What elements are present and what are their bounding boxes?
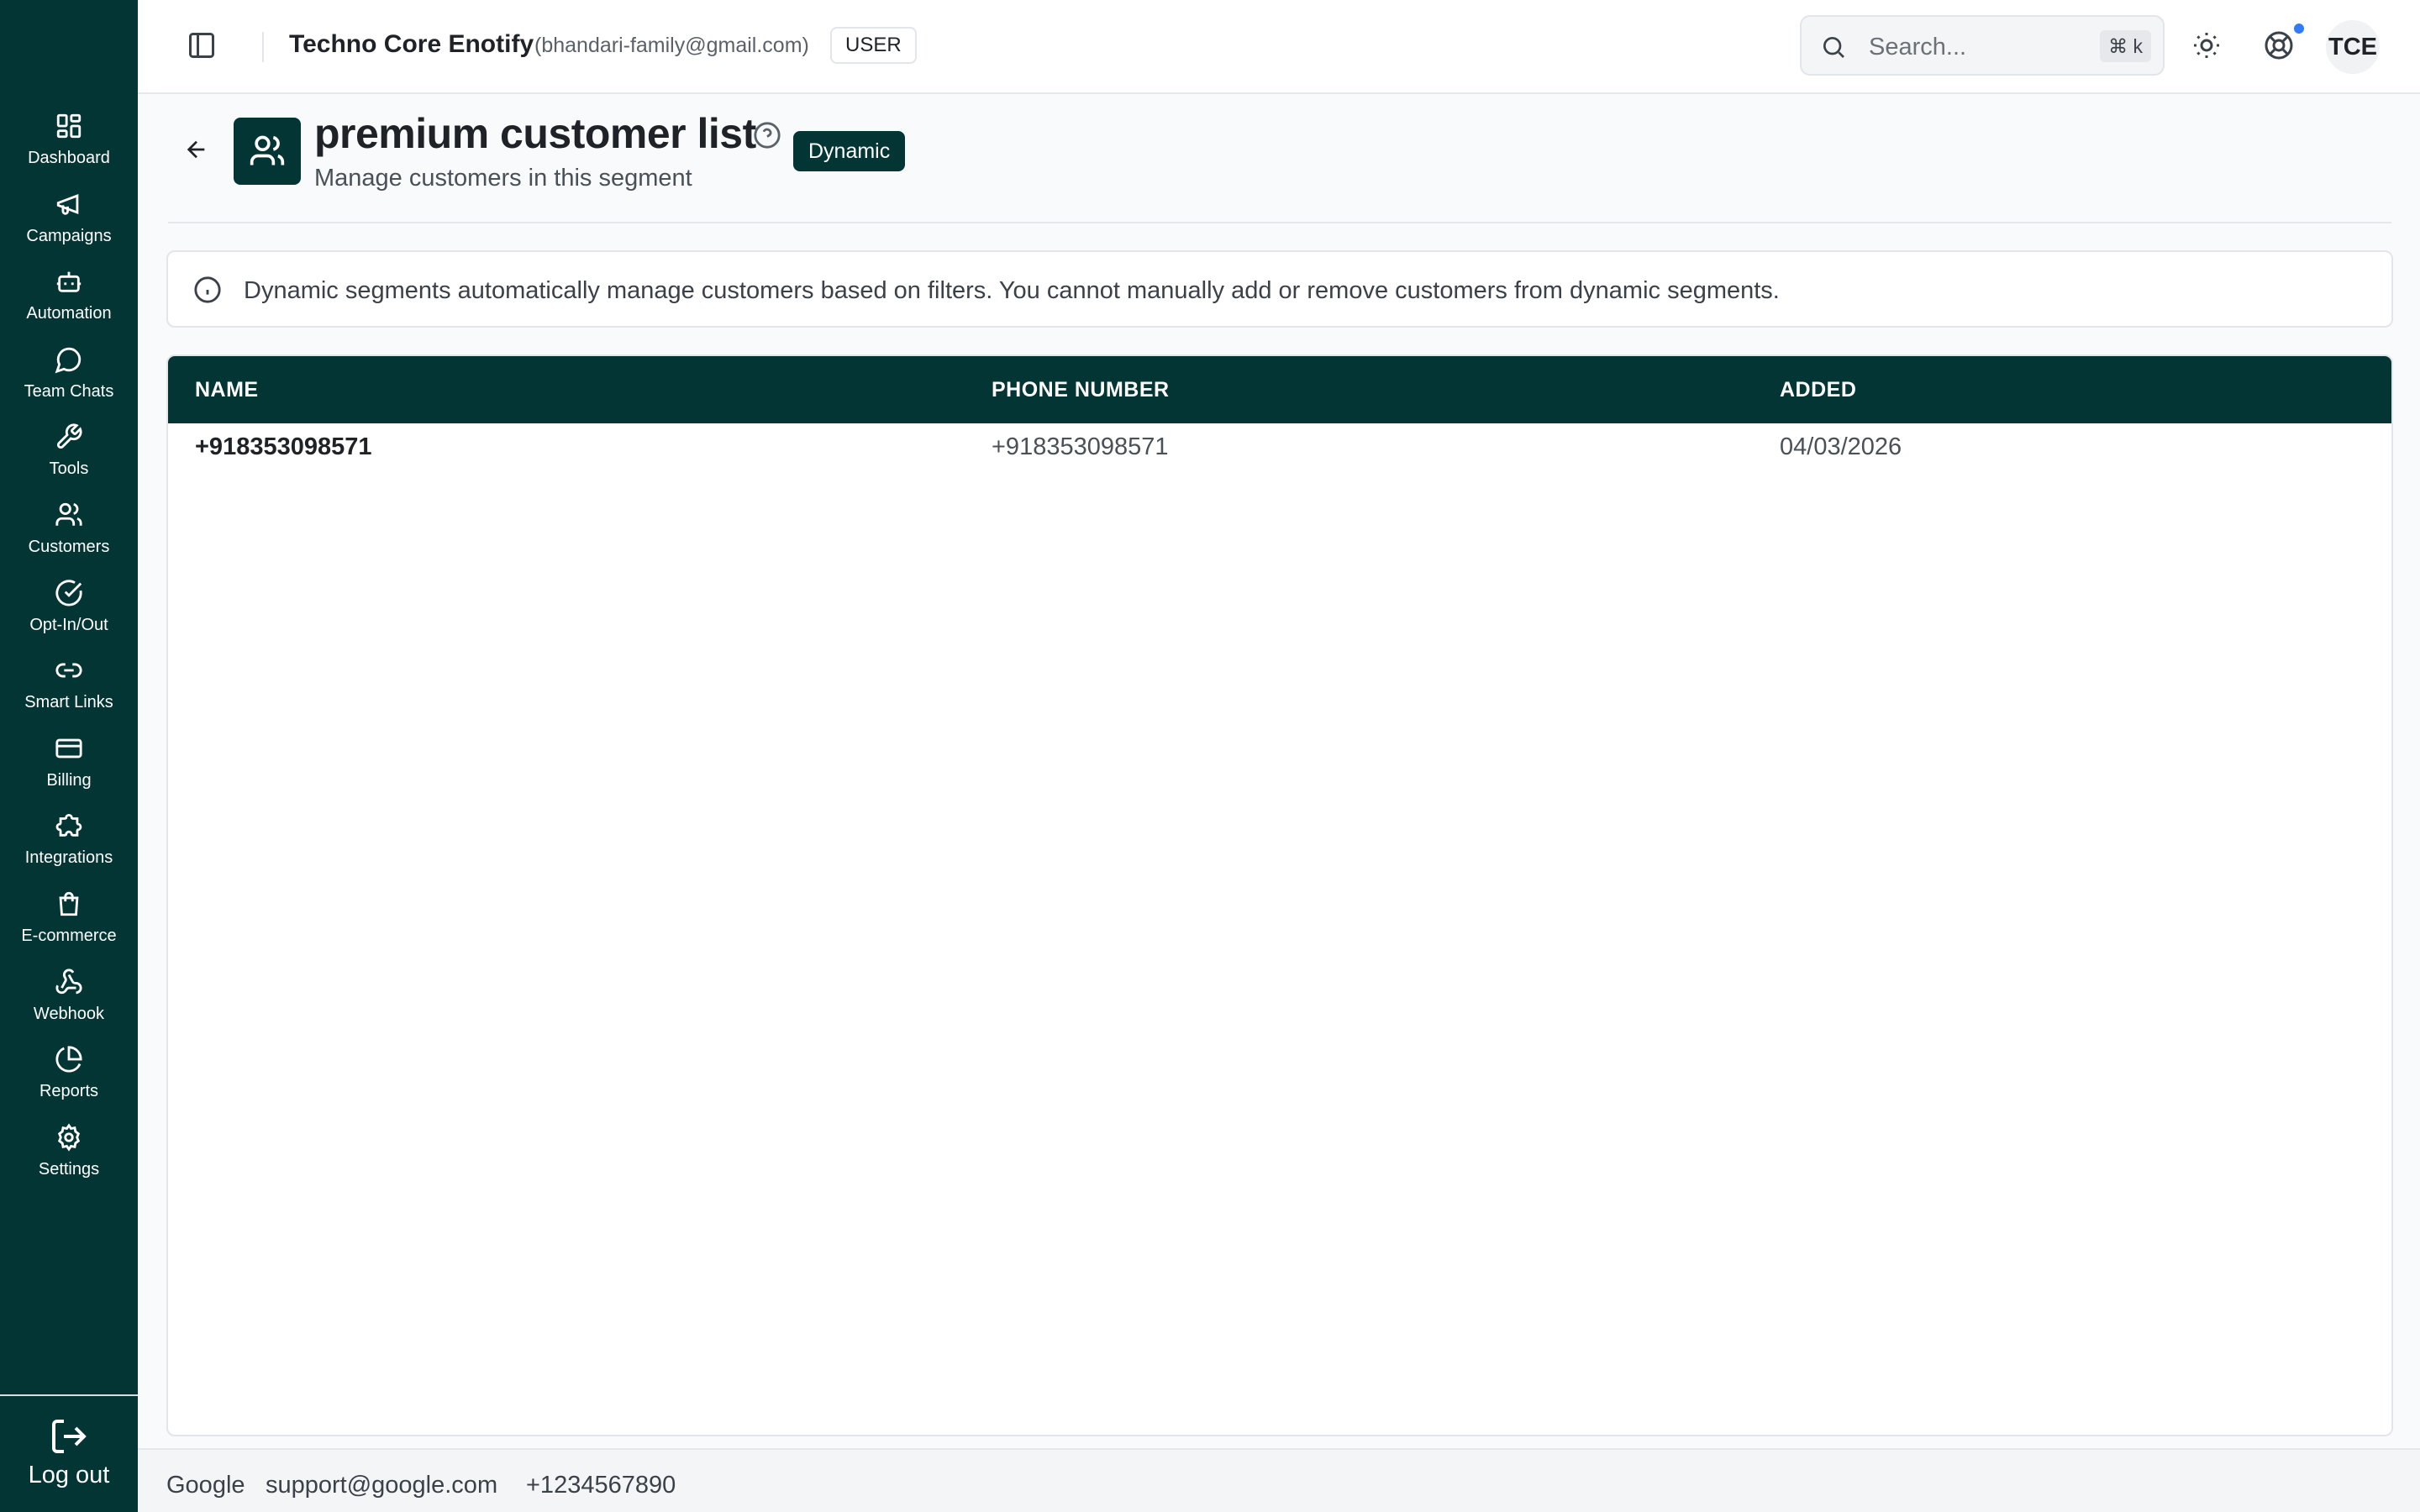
info-text: Dynamic segments automatically manage cu… — [244, 277, 1780, 304]
top-header: Techno Core Enotify (bhandari-family@gma… — [138, 0, 2420, 94]
sidebar-item-settings[interactable]: Settings — [0, 1113, 138, 1191]
info-banner: Dynamic segments automatically manage cu… — [166, 250, 2393, 328]
sidebar-toggle-icon[interactable] — [187, 30, 217, 60]
footer-company: Google — [166, 1472, 245, 1499]
wrench-icon — [56, 423, 82, 449]
chat-bubble-icon — [55, 347, 82, 374]
column-header-phone[interactable]: PHONE NUMBER — [992, 378, 1170, 402]
sidebar-item-tools[interactable]: Tools — [0, 412, 138, 491]
info-icon — [194, 276, 221, 303]
sidebar-item-integrations[interactable]: Integrations — [0, 801, 138, 879]
sidebar-item-label: E-commerce — [21, 926, 117, 945]
customers-table: NAME PHONE NUMBER ADDED +918353098571 +9… — [166, 354, 2393, 1436]
notification-dot — [2292, 22, 2306, 35]
page-divider — [168, 222, 2391, 223]
page-title: premium customer list — [314, 110, 756, 157]
sidebar-item-opt-in-out[interactable]: Opt-In/Out — [0, 569, 138, 647]
help-circle-icon[interactable] — [753, 121, 781, 150]
organization-email: (bhandari-family@gmail.com) — [534, 34, 809, 57]
puzzle-icon — [55, 814, 82, 837]
search-icon — [1823, 37, 1844, 58]
sidebar-item-label: Smart Links — [24, 693, 113, 712]
footer-email[interactable]: support@google.com — [266, 1472, 497, 1499]
sidebar-item-customers[interactable]: Customers — [0, 491, 138, 569]
cell-phone: +918353098571 — [992, 433, 1169, 460]
search-shortcut: ⌘ k — [2100, 30, 2151, 62]
logout-icon — [52, 1420, 87, 1453]
sidebar-item-label: Campaigns — [26, 226, 112, 245]
sidebar-item-webhook[interactable]: Webhook — [0, 958, 138, 1036]
shopping-bag-icon — [59, 891, 79, 916]
users-icon — [55, 502, 82, 526]
users-icon — [250, 135, 285, 165]
cell-added: 04/03/2026 — [1780, 433, 1902, 460]
cell-name: +918353098571 — [195, 433, 372, 460]
logout-label: Log out — [28, 1462, 110, 1488]
table-row[interactable]: +918353098571 +918353098571 04/03/2026 — [168, 423, 2391, 475]
sidebar-item-label: Dashboard — [28, 149, 110, 167]
sidebar-item-label: Customers — [28, 537, 110, 556]
sun-icon[interactable] — [2191, 30, 2222, 60]
column-header-name[interactable]: NAME — [195, 378, 259, 402]
sidebar-item-label: Opt-In/Out — [29, 615, 108, 634]
footer-phone[interactable]: +1234567890 — [526, 1472, 676, 1499]
role-badge: USER — [830, 27, 917, 64]
sidebar-item-label: Automation — [26, 304, 112, 323]
sidebar-item-billing[interactable]: Billing — [0, 724, 138, 802]
check-circle-icon — [55, 579, 82, 606]
sidebar-item-reports[interactable]: Reports — [0, 1035, 138, 1113]
logout-button[interactable]: Log out — [0, 1394, 138, 1512]
sidebar-nav: Dashboard Campaigns Automation Team Chat… — [0, 102, 138, 1190]
gear-icon — [57, 1123, 81, 1152]
sidebar-item-label: Reports — [39, 1082, 99, 1101]
sidebar-item-label: Billing — [46, 770, 92, 790]
organization-name: Techno Core Enotify — [289, 30, 534, 58]
search-placeholder: Search... — [1869, 34, 1967, 60]
column-header-added[interactable]: ADDED — [1780, 378, 1856, 402]
link-icon — [55, 663, 82, 678]
lifebuoy-icon[interactable] — [2264, 30, 2294, 60]
megaphone-icon — [56, 193, 79, 215]
sidebar-item-team-chats[interactable]: Team Chats — [0, 335, 138, 413]
pie-chart-icon — [55, 1046, 82, 1073]
page-subtitle: Manage customers in this segment — [314, 165, 692, 192]
segment-type-badge: Dynamic — [793, 131, 906, 171]
sidebar-item-dashboard[interactable]: Dashboard — [0, 102, 138, 180]
footer: Google support@google.com +1234567890 — [138, 1448, 2420, 1512]
header-divider — [262, 32, 264, 62]
sidebar-item-automation[interactable]: Automation — [0, 257, 138, 335]
bot-icon — [56, 271, 82, 292]
back-arrow-icon[interactable] — [183, 136, 210, 163]
sidebar: Dashboard Campaigns Automation Team Chat… — [0, 0, 138, 1512]
webhook-icon — [55, 968, 82, 994]
sidebar-item-label: Team Chats — [24, 381, 114, 401]
table-header: NAME PHONE NUMBER ADDED — [168, 356, 2391, 423]
sidebar-item-label: Integrations — [24, 848, 113, 868]
segment-icon-box — [234, 118, 301, 185]
avatar[interactable]: TCE — [2326, 20, 2380, 74]
credit-card-icon — [55, 738, 82, 759]
sidebar-item-label: Settings — [38, 1159, 100, 1179]
sidebar-item-label: Webhook — [33, 1004, 105, 1023]
sidebar-item-campaigns[interactable]: Campaigns — [0, 180, 138, 258]
sidebar-item-label: Tools — [49, 459, 89, 479]
dashboard-icon — [56, 113, 82, 139]
search-input[interactable]: Search... ⌘ k — [1800, 15, 2165, 76]
sidebar-item-smart-links[interactable]: Smart Links — [0, 646, 138, 724]
sidebar-item-e-commerce[interactable]: E-commerce — [0, 879, 138, 958]
